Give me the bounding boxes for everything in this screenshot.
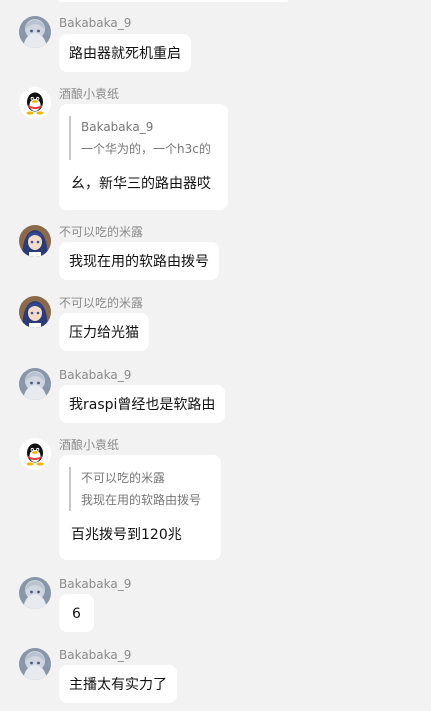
message-text: 主播太有实力了 bbox=[69, 677, 167, 693]
anime-girl-silver-avatar[interactable] bbox=[19, 648, 51, 680]
message-text: 压力给光猫 bbox=[69, 325, 139, 341]
sender-name[interactable]: Bakabaka_9 bbox=[59, 367, 131, 383]
quoted-text: 我现在用的软路由拨号 bbox=[81, 493, 202, 507]
message-text: 路由器就死机重启 bbox=[69, 46, 181, 62]
sender-name[interactable]: 不可以吃的米露 bbox=[59, 224, 143, 240]
message-bubble[interactable]: 主播太有实力了 bbox=[59, 665, 177, 703]
sender-name[interactable]: 酒酿小袁纸 bbox=[59, 437, 119, 453]
message-bubble[interactable]: 路由器就死机重启 bbox=[59, 34, 191, 72]
message-bubble[interactable]: 6 bbox=[59, 594, 94, 632]
quoted-text: 一个华为的，一个h3c的 bbox=[81, 142, 211, 156]
anime-girl-silver-avatar[interactable] bbox=[19, 368, 51, 400]
sender-name[interactable]: Bakabaka_9 bbox=[59, 576, 131, 592]
message-text: 百兆拨号到120兆 bbox=[71, 527, 182, 543]
sender-name[interactable]: 酒酿小袁纸 bbox=[59, 86, 119, 102]
reply-message-bubble[interactable]: Bakabaka_9 一个华为的，一个h3c的 幺，新华三的路由器哎 bbox=[59, 104, 228, 210]
message-bubble[interactable]: 压力给光猫 bbox=[59, 313, 149, 351]
anime-girl-silver-avatar[interactable] bbox=[19, 577, 51, 609]
qq-penguin-avatar[interactable] bbox=[19, 87, 51, 119]
message-text: 我raspi曾经也是软路由 bbox=[69, 397, 216, 413]
anime-girl-silver-avatar[interactable] bbox=[19, 16, 51, 48]
previous-message-bubble-edge bbox=[59, 0, 288, 2]
anime-girl-blue-hair-avatar[interactable] bbox=[19, 225, 51, 257]
message-bubble[interactable]: 我现在用的软路由拨号 bbox=[59, 242, 219, 280]
qq-penguin-avatar[interactable] bbox=[19, 438, 51, 470]
quoted-author: 不可以吃的米露 bbox=[81, 471, 166, 485]
sender-name[interactable]: Bakabaka_9 bbox=[59, 15, 131, 31]
message-bubble[interactable]: 我raspi曾经也是软路由 bbox=[59, 385, 226, 423]
sender-name[interactable]: Bakabaka_9 bbox=[59, 647, 131, 663]
sender-name[interactable]: 不可以吃的米露 bbox=[59, 295, 143, 311]
message-text: 我现在用的软路由拨号 bbox=[69, 254, 209, 270]
quoted-message[interactable]: Bakabaka_9 一个华为的，一个h3c的 bbox=[69, 116, 216, 160]
anime-girl-blue-hair-avatar[interactable] bbox=[19, 296, 51, 328]
reply-message-bubble[interactable]: 不可以吃的米露 我现在用的软路由拨号 百兆拨号到120兆 bbox=[59, 455, 221, 560]
message-text: 幺，新华三的路由器哎 bbox=[71, 176, 211, 192]
message-text: 6 bbox=[72, 606, 81, 622]
quoted-author: Bakabaka_9 bbox=[81, 120, 154, 134]
quoted-message[interactable]: 不可以吃的米露 我现在用的软路由拨号 bbox=[69, 467, 209, 511]
